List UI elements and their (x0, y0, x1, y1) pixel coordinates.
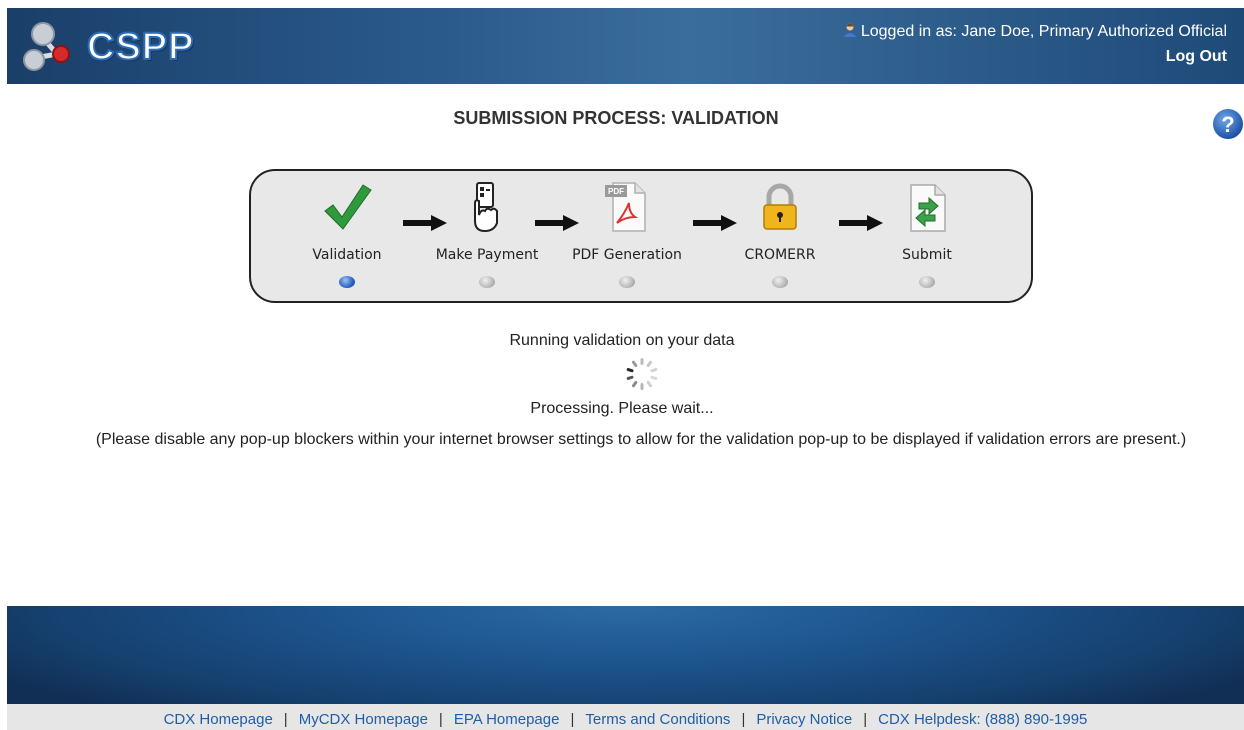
step-indicator-active (339, 276, 355, 288)
payment-card-hand-icon (474, 182, 498, 233)
step-indicator-inactive (479, 276, 495, 288)
step-indicator-inactive (619, 276, 635, 288)
running-status-text: Running validation on your data (509, 332, 735, 349)
step-indicator-inactive (772, 276, 788, 288)
footer-link-mycdx-homepage[interactable]: MyCDX Homepage (299, 711, 428, 728)
logged-in-label: Logged in as: (860, 23, 957, 40)
footer-link-helpdesk[interactable]: CDX Helpdesk: (888) 890-1995 (878, 711, 1087, 728)
step-pdf-generation: PDF PDF Generation (567, 171, 687, 301)
step-indicator-inactive (919, 276, 935, 288)
page-header: CSPP Logged in as: Jane Doe, Primary Aut… (7, 8, 1244, 84)
svg-text:PDF: PDF (608, 187, 624, 196)
user-icon (843, 23, 857, 37)
checkmark-icon (324, 184, 372, 230)
step-label: CROMERR (744, 247, 816, 263)
svg-text:?: ? (1221, 112, 1234, 137)
footer-separator: | (863, 711, 868, 728)
pdf-file-icon: PDF (605, 182, 646, 232)
footer-link-privacy[interactable]: Privacy Notice (756, 711, 852, 728)
page-title: SUBMISSION PROCESS: VALIDATION (453, 108, 779, 128)
help-icon[interactable]: ? (1212, 108, 1244, 140)
footer-link-terms[interactable]: Terms and Conditions (585, 711, 730, 728)
loading-spinner-icon (626, 358, 658, 390)
submit-document-icon (910, 184, 946, 232)
submission-steps-panel: Validation Make Payment PDF PDF Generati… (249, 169, 1033, 303)
step-validation: Validation (287, 171, 407, 301)
footer-banner (7, 606, 1244, 704)
footer-links: CDX Homepage | MyCDX Homepage | EPA Homepage… (7, 704, 1244, 730)
user-info: Logged in as: Jane Doe, Primary Authoriz… (842, 22, 1227, 66)
logout-link[interactable]: Log Out (842, 48, 1227, 66)
padlock-icon (763, 183, 797, 230)
step-cromerr: CROMERR (720, 171, 840, 301)
user-name: Jane Doe, Primary Authorized Official (961, 23, 1227, 40)
footer-separator: | (438, 711, 443, 728)
step-label: Validation (312, 247, 382, 263)
step-label: PDF Generation (572, 247, 682, 263)
footer-separator: | (741, 711, 746, 728)
footer-link-epa-homepage[interactable]: EPA Homepage (454, 711, 560, 728)
footer-link-cdx-homepage[interactable]: CDX Homepage (164, 711, 273, 728)
step-submit: Submit (867, 171, 987, 301)
logo-text: CSPP (86, 25, 195, 69)
cspp-logo[interactable]: CSPP (21, 18, 201, 74)
step-make-payment: Make Payment (427, 171, 547, 301)
footer-separator: | (570, 711, 575, 728)
step-label: Make Payment (435, 247, 539, 263)
processing-status-text: Processing. Please wait... (530, 400, 714, 417)
step-label: Submit (902, 247, 952, 263)
popup-blocker-notice: (Please disable any pop-up blockers with… (95, 431, 1187, 448)
footer-separator: | (283, 711, 288, 728)
molecule-logo-icon (23, 22, 70, 71)
